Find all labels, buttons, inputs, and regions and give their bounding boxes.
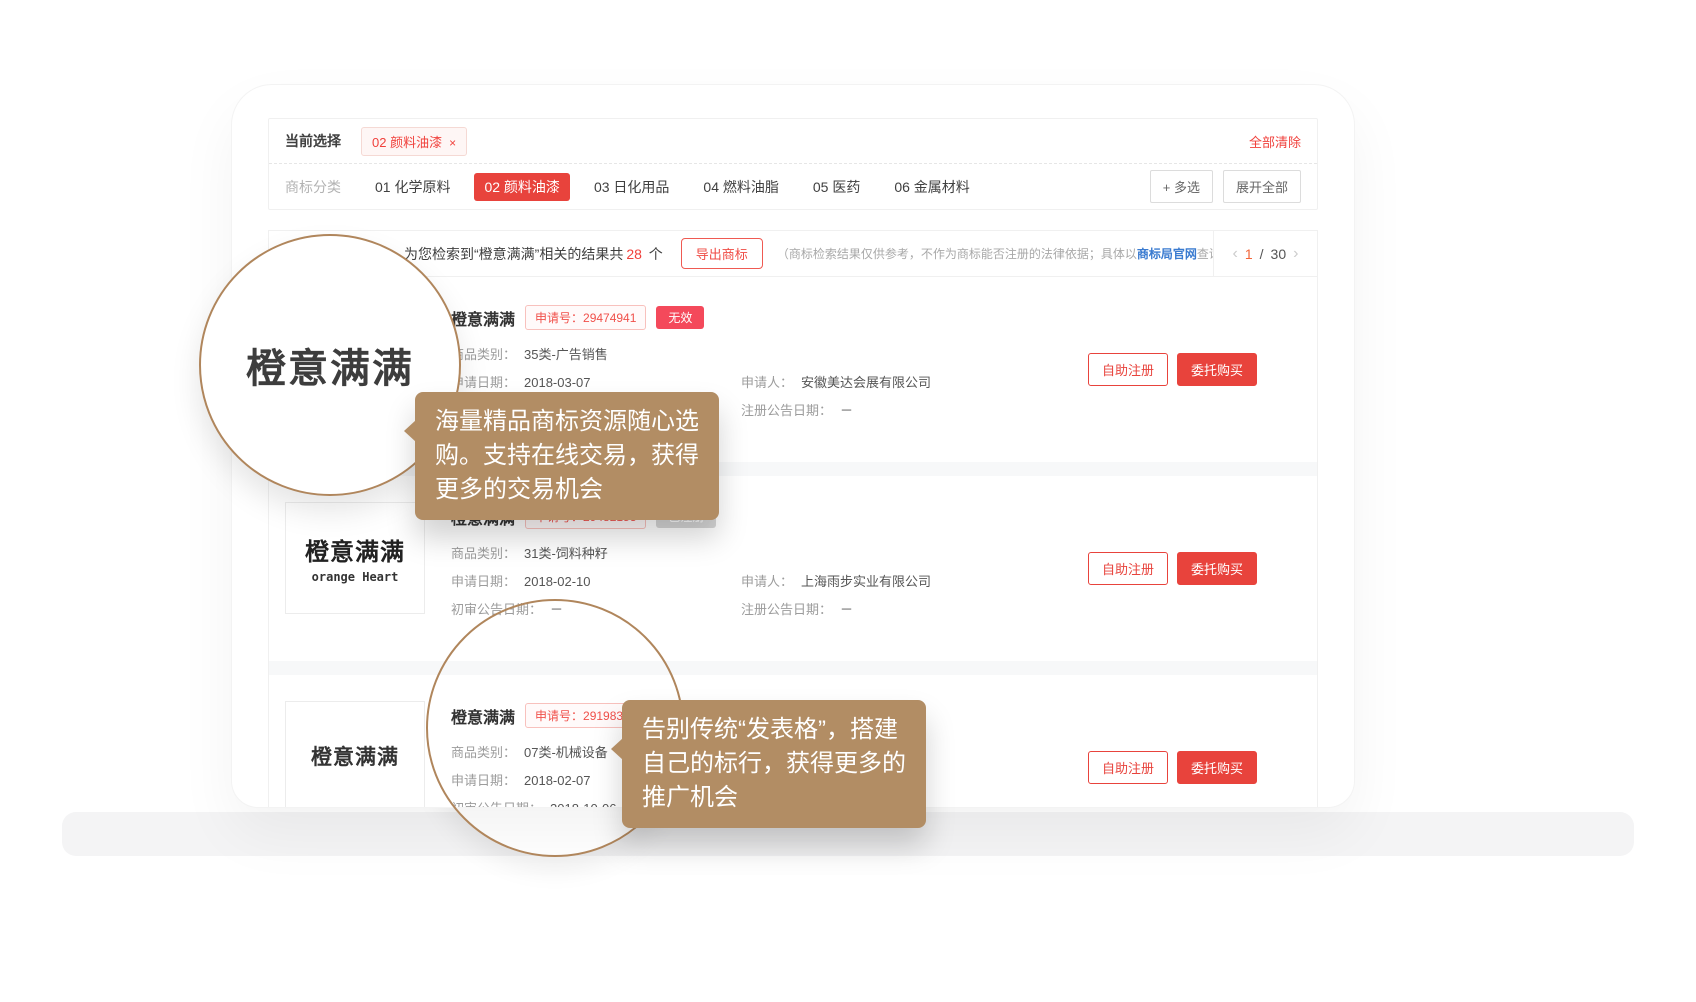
summary-prefix: 为您检索到“橙意满满”相关的结果共 — [404, 246, 623, 262]
application-number-tag: 申请号：29474941 — [525, 305, 646, 330]
entrust-buy-button[interactable]: 委托购买 — [1177, 552, 1257, 585]
selected-filter-tag[interactable]: 02 颜料油漆 × — [361, 127, 467, 156]
category-row-label: 商标分类 — [285, 177, 341, 197]
field-registration-publication: 注册公告日期：－ — [741, 400, 1088, 419]
category-item[interactable]: 04 燃料油脂 — [693, 173, 788, 201]
field-spacer — [741, 543, 1088, 562]
self-register-button[interactable]: 自助注册 — [1088, 751, 1168, 784]
field-registration-publication: 注册公告日期：－ — [741, 599, 1088, 618]
field-category: 商品类别：31类-饲料种籽 — [451, 543, 741, 562]
field-applicant: 申请人：安徽美达会展有限公司 — [741, 372, 1088, 391]
trademark-image-subtext: orange Heart — [312, 570, 399, 584]
category-item[interactable]: 06 金属材料 — [884, 173, 979, 201]
callout-1-line-3: 更多的交易机会 — [435, 473, 699, 507]
disclaimer-text-before: （商标检索结果仅供参考，不作为商标能否注册的法律依据；具体以 — [777, 247, 1137, 261]
field-apply-date: 申请日期：2018-03-07 — [451, 372, 741, 391]
row-actions: 自助注册 委托购买 — [1088, 751, 1257, 784]
disclaimer-text-after: 查询为准。） — [1197, 247, 1213, 261]
trademark-office-link[interactable]: 商标局官网 — [1137, 247, 1197, 261]
prev-page-icon[interactable]: ‹ — [1233, 245, 1238, 263]
next-page-icon[interactable]: › — [1293, 245, 1298, 263]
field-category: 商品类别：35类-广告销售 — [451, 344, 741, 363]
row-actions: 自助注册 委托购买 — [1088, 552, 1257, 585]
category-item[interactable]: 01 化学原料 — [365, 173, 460, 201]
trademark-image: 橙意满满 orange Heart — [285, 502, 425, 614]
self-register-button[interactable]: 自助注册 — [1088, 552, 1168, 585]
category-item[interactable]: 03 日化用品 — [584, 173, 679, 201]
callout-bubble-1: 海量精品商标资源随心选 购。支持在线交易，获得 更多的交易机会 — [415, 392, 719, 520]
callout-2-line-1: 告别传统“发表格”，搭建 — [642, 713, 906, 747]
trademark-image-text: 橙意满满 — [305, 532, 405, 567]
remove-tag-icon[interactable]: × — [449, 136, 456, 150]
callout-2-line-3: 推广机会 — [642, 781, 906, 815]
current-page: 1 — [1245, 246, 1253, 262]
current-selection-label: 当前选择 — [285, 131, 341, 151]
export-trademarks-button[interactable]: 导出商标 — [681, 238, 763, 269]
self-register-button[interactable]: 自助注册 — [1088, 353, 1168, 386]
selected-filter-tag-label: 02 颜料油漆 — [372, 135, 442, 150]
category-list: 01 化学原料 02 颜料油漆 03 日化用品 04 燃料油脂 05 医药 06 金属材料 — [365, 173, 980, 201]
trademark-name: 橙意满满 — [451, 306, 515, 330]
entrust-buy-button[interactable]: 委托购买 — [1177, 751, 1257, 784]
expand-all-button[interactable]: 展开全部 — [1223, 170, 1301, 203]
results-header: 为您检索到“橙意满满”相关的结果共28 个 导出商标 （商标检索结果仅供参考，不… — [269, 231, 1317, 277]
filter-right-buttons: + 多选 展开全部 — [1150, 170, 1301, 203]
disclaimer: （商标检索结果仅供参考，不作为商标能否注册的法律依据；具体以商标局官网查询为准。… — [777, 245, 1213, 262]
status-badge: 无效 — [656, 306, 704, 329]
callout-1-line-2: 购。支持在线交易，获得 — [435, 439, 699, 473]
page-separator: / — [1260, 246, 1264, 262]
pagination: ‹ 1 / 30 › — [1213, 231, 1317, 276]
trademark-image: 橙意满满 — [285, 701, 425, 807]
trademark-image-text: 橙意满满 — [311, 741, 399, 771]
multi-select-button[interactable]: + 多选 — [1150, 170, 1213, 203]
callout-bubble-2: 告别传统“发表格”，搭建 自己的标行，获得更多的 推广机会 — [622, 700, 926, 828]
row-separator — [269, 661, 1317, 675]
entrust-buy-button[interactable]: 委托购买 — [1177, 353, 1257, 386]
category-item[interactable]: 05 医药 — [803, 173, 870, 201]
summary-suffix: 个 — [645, 246, 663, 262]
callout-1-line-1: 海量精品商标资源随心选 — [435, 405, 699, 439]
field-spacer — [741, 344, 1088, 363]
page: 当前选择 02 颜料油漆 × 全部清除 商标分类 01 化学原料 02 颜料油漆 03… — [0, 0, 1696, 1002]
results-summary: 为您检索到“橙意满满”相关的结果共28 个 — [404, 244, 663, 264]
trademark-title-line: 橙意满满 申请号：29474941 无效 — [451, 305, 1088, 330]
results-count: 28 — [626, 246, 642, 262]
category-row: 商标分类 01 化学原料 02 颜料油漆 03 日化用品 04 燃料油脂 05 医药 06… — [269, 164, 1317, 209]
magnified-trademark-text: 橙意满满 — [246, 336, 414, 394]
filter-card: 当前选择 02 颜料油漆 × 全部清除 商标分类 01 化学原料 02 颜料油漆 03… — [268, 118, 1318, 210]
category-item[interactable]: 02 颜料油漆 — [474, 173, 569, 201]
clear-all-button[interactable]: 全部清除 — [1249, 132, 1301, 151]
row-actions: 自助注册 委托购买 — [1088, 353, 1257, 386]
field-apply-date: 申请日期：2018-02-10 — [451, 571, 741, 590]
field-applicant: 申请人：上海雨步实业有限公司 — [741, 571, 1088, 590]
total-pages: 30 — [1271, 246, 1287, 262]
current-selection-row: 当前选择 02 颜料油漆 × 全部清除 — [269, 119, 1317, 164]
callout-2-line-2: 自己的标行，获得更多的 — [642, 747, 906, 781]
